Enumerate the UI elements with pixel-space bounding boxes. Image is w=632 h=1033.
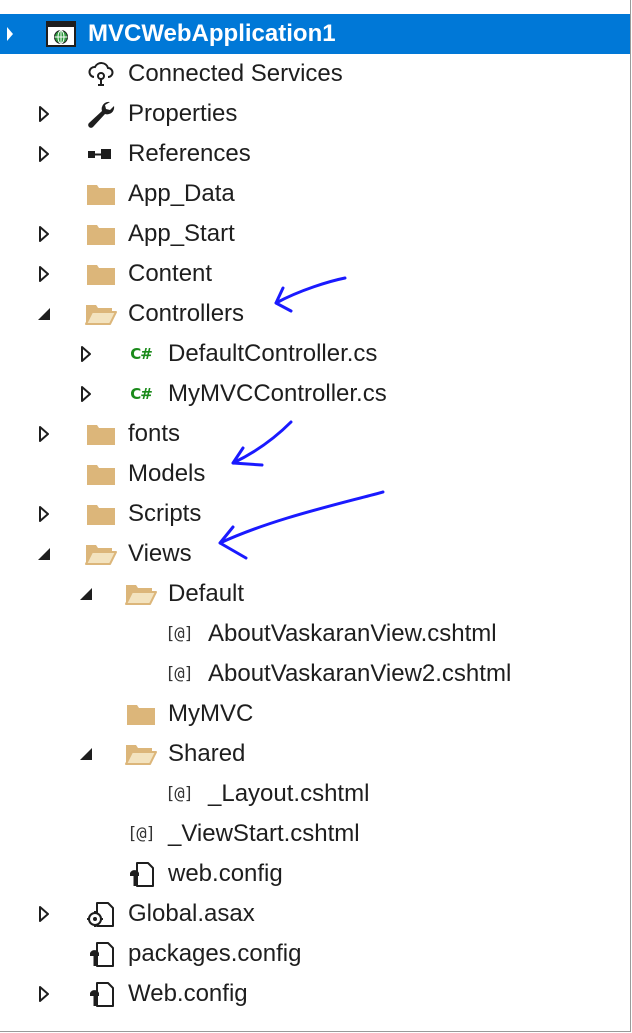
tree-node-label: Properties (128, 100, 238, 127)
razor-file-icon: [@] (165, 624, 194, 644)
tree-node-label: _Layout.cshtml (208, 780, 370, 807)
expanded-triangle-icon[interactable] (34, 534, 54, 574)
config-file-icon (84, 974, 118, 1014)
tree-node-label: fonts (128, 420, 181, 447)
tree-node-label: Global.asax (128, 900, 255, 927)
expanded-triangle-icon[interactable] (0, 14, 20, 54)
collapsed-triangle-icon[interactable] (34, 414, 54, 454)
tree-node-label: App_Data (128, 180, 235, 207)
web-project-icon (44, 14, 78, 54)
tree-node-label: App_Start (128, 220, 235, 247)
tree-node[interactable]: Properties (0, 94, 630, 134)
tree-node-label: web.config (168, 860, 283, 887)
tree-node[interactable]: fonts (0, 414, 630, 454)
tree-node[interactable]: Shared (0, 734, 630, 774)
tree-node-label: Connected Services (128, 60, 343, 87)
tree-node[interactable]: Scripts (0, 494, 630, 534)
global-asax-icon (84, 894, 118, 934)
tree-node[interactable]: App_Start (0, 214, 630, 254)
tree-node-label: DefaultController.cs (168, 340, 378, 367)
tree-node[interactable]: [@] AboutVaskaranView.cshtml (0, 614, 630, 654)
csharp-file-icon: C# (130, 385, 153, 403)
open-folder-icon (84, 534, 118, 574)
razor-file-icon: [@] (165, 664, 194, 684)
expanded-triangle-icon[interactable] (76, 734, 96, 774)
collapsed-triangle-icon[interactable] (34, 94, 54, 134)
collapsed-triangle-icon[interactable] (34, 254, 54, 294)
csharp-file-icon: C# (130, 345, 153, 363)
collapsed-triangle-icon[interactable] (34, 894, 54, 934)
tree-node[interactable]: C# MyMVCController.cs (0, 374, 630, 414)
tree-node[interactable]: Global.asax (0, 894, 630, 934)
tree-node-label: Controllers (128, 300, 245, 327)
tree-node[interactable]: web.config (0, 854, 630, 894)
tree-node-label: AboutVaskaranView.cshtml (208, 620, 497, 647)
tree-node[interactable]: Web.config (0, 974, 630, 1014)
tree-node[interactable]: [@] AboutVaskaranView2.cshtml (0, 654, 630, 694)
open-folder-icon (124, 574, 158, 614)
tree-node-label: Scripts (128, 500, 202, 527)
collapsed-triangle-icon[interactable] (34, 214, 54, 254)
razor-file-icon: [@] (165, 784, 194, 804)
config-file-icon (124, 854, 158, 894)
tree-node-label: AboutVaskaranView2.cshtml (208, 660, 512, 687)
tree-node-label: Web.config (128, 980, 248, 1007)
tree-node[interactable]: Default (0, 574, 630, 614)
tree-node[interactable]: Views (0, 534, 630, 574)
config-file-icon (84, 934, 118, 974)
expanded-triangle-icon[interactable] (34, 294, 54, 334)
folder-icon (84, 254, 118, 294)
tree-node-label: packages.config (128, 940, 302, 967)
tree-node-label: Models (128, 460, 206, 487)
wrench-icon (84, 94, 118, 134)
folder-icon (84, 214, 118, 254)
collapsed-triangle-icon[interactable] (34, 974, 54, 1014)
tree-node-label: References (128, 140, 251, 167)
folder-icon (84, 454, 118, 494)
tree-node[interactable]: [@] _ViewStart.cshtml (0, 814, 630, 854)
tree-node-label: Views (128, 540, 192, 567)
tree-node[interactable]: Connected Services (0, 54, 630, 94)
tree-node-label: Default (168, 580, 245, 607)
project-name: MVCWebApplication1 (88, 20, 336, 47)
references-icon (84, 134, 118, 174)
collapsed-triangle-icon[interactable] (34, 494, 54, 534)
folder-icon (84, 174, 118, 214)
folder-icon (84, 494, 118, 534)
tree-node[interactable]: App_Data (0, 174, 630, 214)
solution-tree: MVCWebApplication1 Connected Services Pro… (0, 0, 630, 1014)
folder-icon (124, 694, 158, 734)
tree-node[interactable]: C# DefaultController.cs (0, 334, 630, 374)
tree-node[interactable]: Models (0, 454, 630, 494)
tree-node-label: Shared (168, 740, 246, 767)
tree-node-label: Content (128, 260, 213, 287)
tree-node[interactable]: References (0, 134, 630, 174)
tree-node[interactable]: MyMVC (0, 694, 630, 734)
collapsed-triangle-icon[interactable] (76, 334, 96, 374)
tree-node-label: MyMVC (168, 700, 254, 727)
tree-node[interactable]: packages.config (0, 934, 630, 974)
collapsed-triangle-icon[interactable] (34, 134, 54, 174)
open-folder-icon (124, 734, 158, 774)
tree-node[interactable]: [@] _Layout.cshtml (0, 774, 630, 814)
project-node[interactable]: MVCWebApplication1 (0, 14, 630, 54)
open-folder-icon (84, 294, 118, 334)
tree-node-label: MyMVCController.cs (168, 380, 387, 407)
tree-node[interactable]: Controllers (0, 294, 630, 334)
connected-services-icon (84, 54, 118, 94)
folder-icon (84, 414, 118, 454)
collapsed-triangle-icon[interactable] (76, 374, 96, 414)
razor-file-icon: [@] (127, 824, 156, 844)
tree-node[interactable]: Content (0, 254, 630, 294)
expanded-triangle-icon[interactable] (76, 574, 96, 614)
tree-node-label: _ViewStart.cshtml (168, 820, 360, 847)
